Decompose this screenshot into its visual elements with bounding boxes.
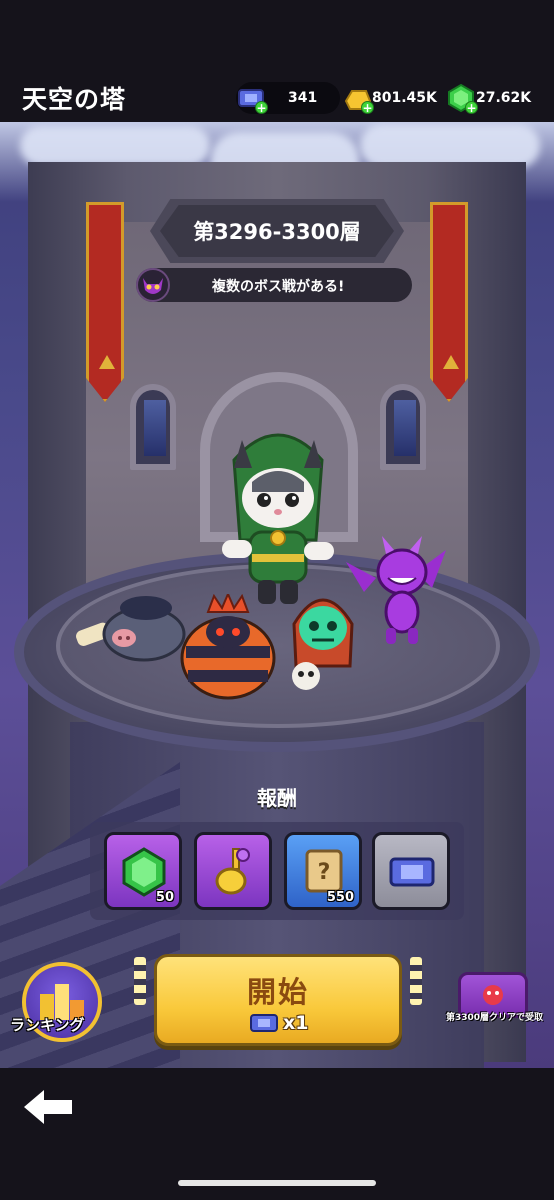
reward-key[interactable] <box>194 832 272 910</box>
right-window <box>380 384 426 470</box>
golden-key-icon <box>203 841 263 901</box>
gold-bar-icon: + <box>342 83 374 115</box>
reward-qty: 50 <box>155 890 174 905</box>
left-window <box>130 384 176 470</box>
ticket-icon <box>250 1014 278 1032</box>
start-cost: x1 <box>249 1011 308 1035</box>
cloud <box>20 126 210 166</box>
tower-scene: 第3296-3300層 複数のボス戦がある! 報酬 50 ? 550 開始 x1… <box>0 122 554 1068</box>
gem-counter[interactable]: + 27.62K <box>446 82 532 115</box>
ticket-count: 341 <box>288 90 318 106</box>
boss-notice: 複数のボス戦がある! <box>136 268 412 302</box>
gold-counter[interactable]: + 801.45K <box>342 82 437 115</box>
green-gem-icon: + <box>446 83 478 115</box>
ticket-icon: + <box>236 83 268 115</box>
pig-bandit-enemy <box>74 586 190 670</box>
start-cost-amount: x1 <box>283 1012 309 1034</box>
start-label: 開始 <box>246 975 309 1009</box>
add-gems-icon[interactable]: + <box>465 101 478 115</box>
pumpkin-king-enemy <box>178 591 278 706</box>
top-bar: 天空の塔 + 341 + 801.45K + 27.62K <box>0 0 554 122</box>
floor-label: 第3296-3300層 <box>193 220 361 244</box>
reward-gems[interactable]: 50 <box>104 832 182 910</box>
add-gold-icon[interactable]: + <box>361 101 374 115</box>
reward-scroll[interactable]: ? 550 <box>284 832 362 910</box>
left-banner <box>86 202 124 402</box>
reward-ticket[interactable] <box>372 832 450 910</box>
reward-qty: 550 <box>326 890 354 905</box>
ticket-counter[interactable]: + 341 <box>236 82 340 115</box>
lantern <box>134 957 146 1005</box>
floor-label-box: 第3296-3300層 <box>160 205 394 257</box>
gem-amount: 27.62K <box>476 90 532 106</box>
page-title: 天空の塔 <box>22 85 127 114</box>
home-indicator[interactable] <box>178 1180 376 1186</box>
chest-label: 第3300層クリアで受取 <box>446 1013 544 1023</box>
ticket-icon <box>381 841 441 901</box>
rewards-title: 報酬 <box>257 786 297 810</box>
gold-amount: 801.45K <box>372 90 437 106</box>
purple-imp-enemy <box>346 532 446 648</box>
add-tickets-icon[interactable]: + <box>255 101 268 115</box>
svg-text:?: ? <box>318 860 331 885</box>
devil-boss-icon <box>136 268 170 302</box>
boss-notice-text: 複数のボス戦がある! <box>212 279 345 295</box>
ranking-label[interactable]: ランキング <box>10 1014 85 1035</box>
start-button[interactable]: 開始 x1 <box>154 954 402 1046</box>
lantern <box>410 957 422 1005</box>
right-banner <box>430 202 468 402</box>
back-arrow-icon[interactable] <box>22 1088 74 1126</box>
